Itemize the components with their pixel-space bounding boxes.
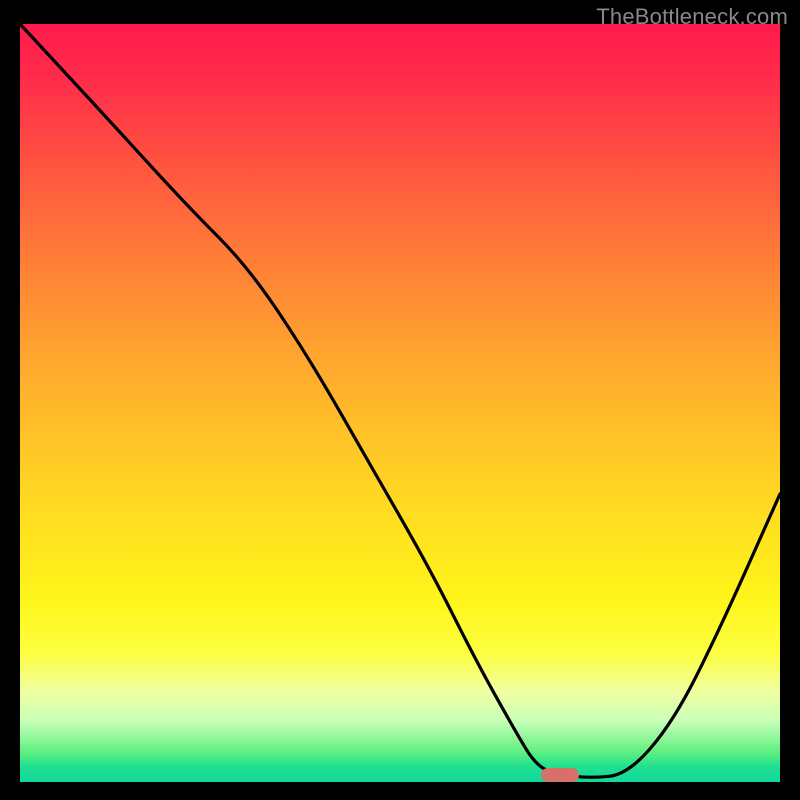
chart-line <box>20 24 780 782</box>
optimal-marker <box>541 768 579 782</box>
chart-container <box>20 24 780 782</box>
watermark-text: TheBottleneck.com <box>596 4 788 30</box>
